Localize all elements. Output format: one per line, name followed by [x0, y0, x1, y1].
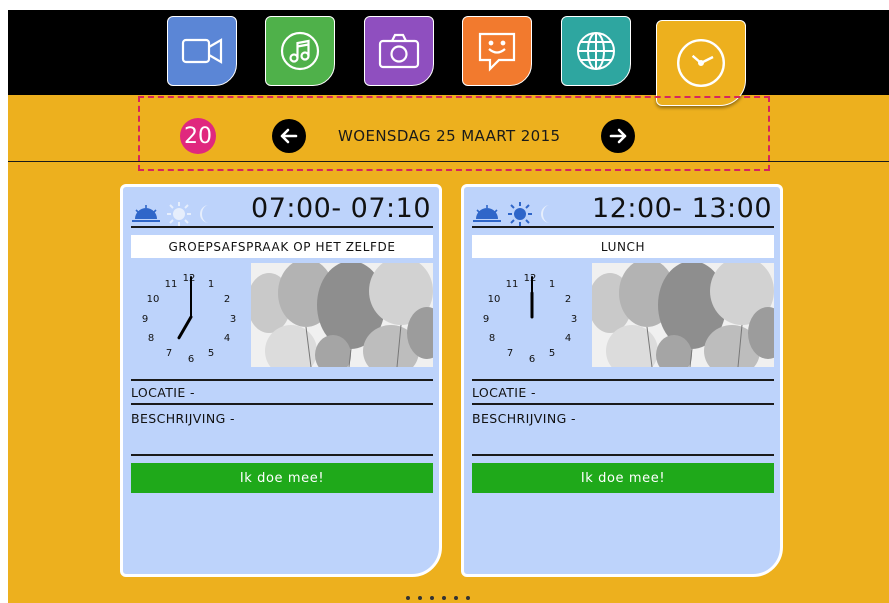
page-dot[interactable] [406, 596, 410, 600]
page-indicator[interactable] [406, 596, 470, 600]
chat-app-button[interactable] [462, 16, 532, 86]
clock-numeral: 5 [549, 348, 555, 359]
next-day-button[interactable] [601, 119, 635, 153]
hour-hand [177, 315, 193, 340]
activity-time: 07:00- 07:10 [251, 193, 431, 224]
divider [472, 403, 774, 405]
music-app-button[interactable] [265, 16, 335, 86]
app-launcher-bar [8, 10, 889, 106]
page-dot[interactable] [430, 596, 434, 600]
clock-numeral: 7 [166, 348, 172, 359]
balloons-photo [592, 263, 774, 367]
clock-numeral: 9 [483, 314, 489, 325]
photo-app-button[interactable] [364, 16, 434, 86]
clock-numeral: 8 [489, 333, 495, 344]
camera-icon [378, 33, 420, 69]
activity-card: 07:00- 07:10 GROEPSAFSPRAAK OP HET ZELFD… [120, 184, 442, 577]
description-label: BESCHRIJVING - [131, 411, 235, 426]
location-label: LOCATIE - [131, 385, 195, 400]
daypart-indicator [472, 200, 554, 228]
web-app-button[interactable] [561, 16, 631, 86]
activity-card: 12:00- 13:00 LUNCH 12 1 2 3 4 5 6 7 8 9 … [461, 184, 783, 577]
sun-icon [508, 202, 532, 226]
day-number-badge: 20 [180, 118, 216, 154]
location-label: LOCATIE - [472, 385, 536, 400]
page-dot[interactable] [418, 596, 422, 600]
activity-title: LUNCH [472, 235, 774, 258]
clock-numeral: 10 [488, 294, 501, 305]
activity-time: 12:00- 13:00 [592, 193, 772, 224]
clock-numeral: 6 [529, 354, 535, 365]
app-frame: 20 WOENSDAG 25 MAART 2015 07:00- 07:10 G… [8, 10, 889, 603]
clock-icon [677, 39, 725, 87]
divider [472, 379, 774, 381]
sunrise-icon [473, 205, 501, 222]
clock-numeral: 2 [224, 294, 230, 305]
activity-title: GROEPSAFSPRAAK OP HET ZELFDE [131, 235, 433, 258]
clock-numeral: 3 [230, 314, 236, 325]
clock-numeral: 10 [147, 294, 160, 305]
page-dot[interactable] [466, 596, 470, 600]
balloons-photo [251, 263, 433, 367]
divider [131, 226, 433, 228]
clock-numeral: 4 [224, 333, 230, 344]
clock-numeral: 1 [208, 279, 214, 290]
clock-numeral: 3 [571, 314, 577, 325]
moon-icon [541, 205, 550, 223]
analog-clock: 12 1 2 3 4 5 6 7 8 9 10 11 [483, 273, 577, 365]
header-divider [8, 161, 889, 162]
date-label: WOENSDAG 25 MAART 2015 [338, 127, 561, 145]
clock-numeral: 7 [507, 348, 513, 359]
sunrise-icon [132, 205, 160, 222]
music-note-icon [280, 31, 320, 71]
clock-numeral: 1 [549, 279, 555, 290]
chat-smiley-icon [478, 32, 516, 72]
divider [131, 403, 433, 405]
previous-day-button[interactable] [272, 119, 306, 153]
video-camera-icon [181, 38, 223, 64]
clock-numeral: 9 [142, 314, 148, 325]
page-dot[interactable] [454, 596, 458, 600]
divider [472, 454, 774, 456]
clock-numeral: 2 [565, 294, 571, 305]
clock-app-button[interactable] [656, 20, 746, 106]
clock-numeral: 4 [565, 333, 571, 344]
clock-numeral: 6 [188, 354, 194, 365]
page-dot[interactable] [442, 596, 446, 600]
moon-icon [200, 205, 209, 223]
arrow-right-icon [609, 128, 627, 144]
daypart-indicator [131, 200, 213, 228]
join-button[interactable]: Ik doe mee! [131, 463, 433, 493]
clock-numeral: 12 [183, 273, 196, 284]
divider [131, 379, 433, 381]
description-label: BESCHRIJVING - [472, 411, 576, 426]
globe-icon [577, 32, 615, 70]
divider [131, 454, 433, 456]
analog-clock: 12 1 2 3 4 5 6 7 8 9 10 11 [142, 273, 236, 365]
sun-icon [167, 202, 191, 226]
arrow-left-icon [280, 128, 298, 144]
clock-numeral: 8 [148, 333, 154, 344]
clock-numeral: 11 [506, 279, 519, 290]
clock-numeral: 12 [524, 273, 537, 284]
clock-numeral: 11 [165, 279, 178, 290]
divider [472, 226, 774, 228]
video-app-button[interactable] [167, 16, 237, 86]
clock-numeral: 5 [208, 348, 214, 359]
join-button[interactable]: Ik doe mee! [472, 463, 774, 493]
